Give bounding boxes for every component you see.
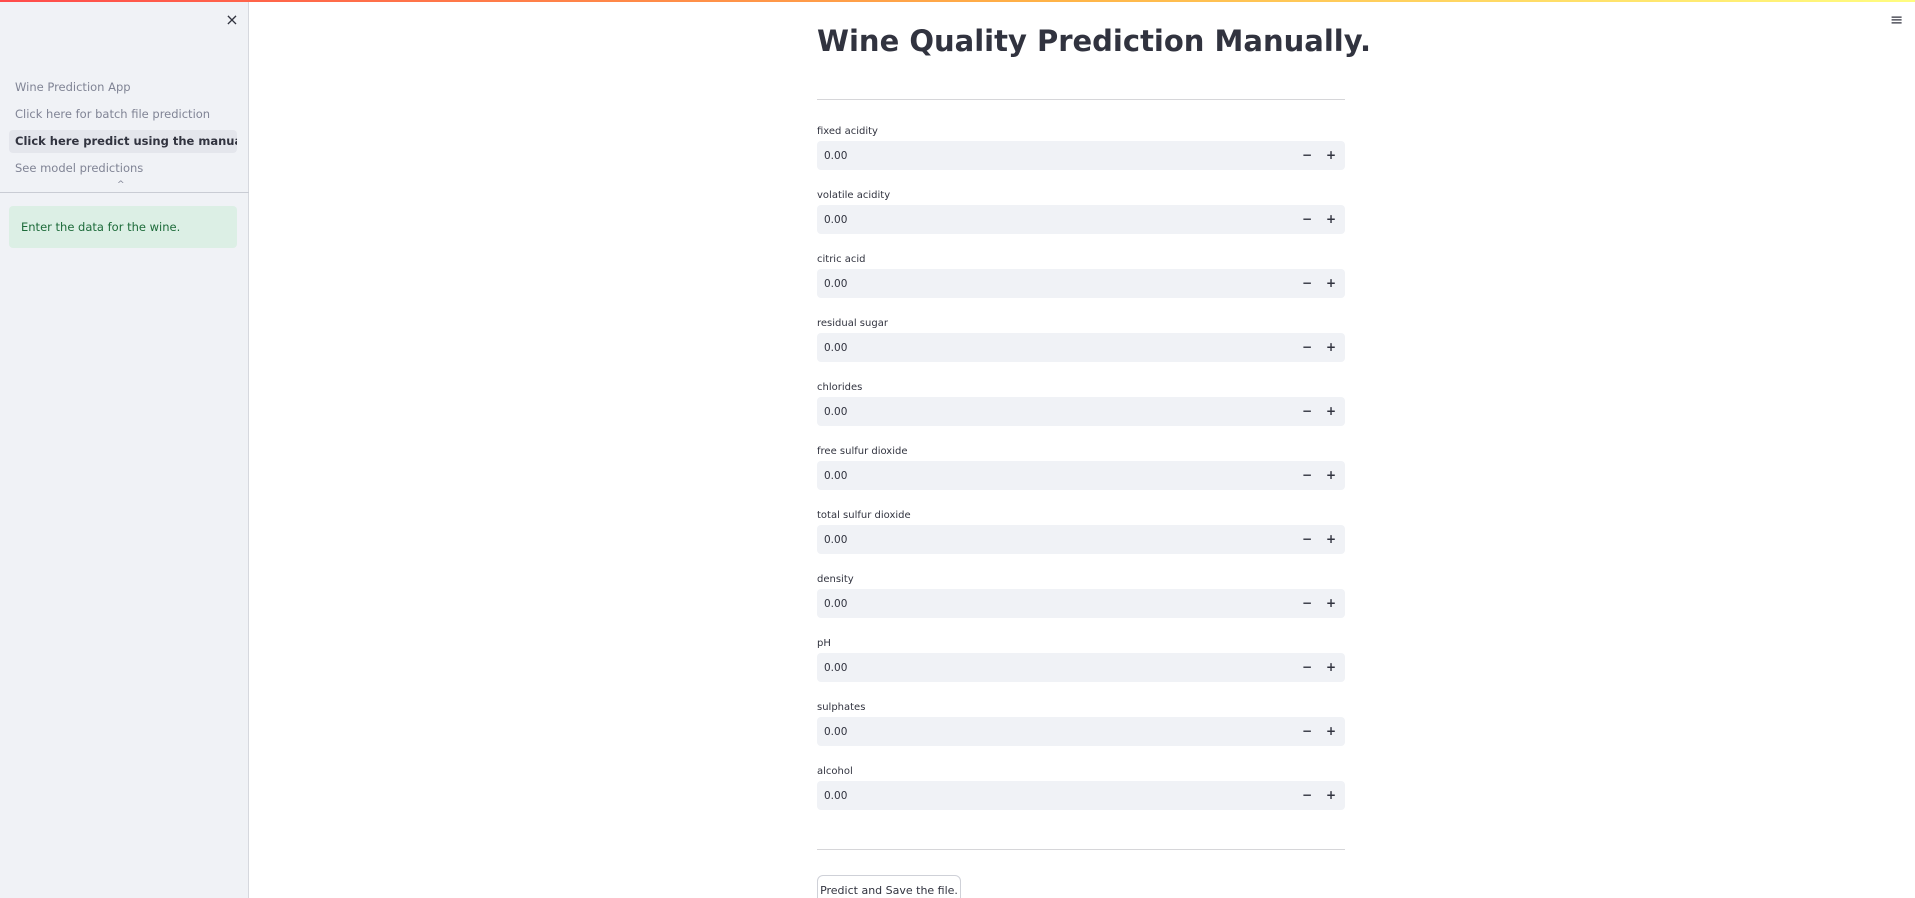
field-label: citric acid xyxy=(817,254,866,265)
increment-button[interactable]: + xyxy=(1319,397,1343,426)
increment-button[interactable]: + xyxy=(1319,717,1343,746)
increment-button[interactable]: + xyxy=(1319,269,1343,298)
sidebar-nav: Wine Prediction App Click here for batch… xyxy=(9,76,237,184)
sidebar-item-manual-entry[interactable]: Click here predict using the manual entr… xyxy=(9,130,237,153)
sidebar-item-wine-prediction-app[interactable]: Wine Prediction App xyxy=(9,76,237,99)
number-input-box: − + xyxy=(817,525,1345,554)
sulphates-input[interactable] xyxy=(817,717,1287,746)
citric-acid-input[interactable] xyxy=(817,269,1287,298)
increment-button[interactable]: + xyxy=(1319,461,1343,490)
ph-input[interactable] xyxy=(817,653,1287,682)
field-volatile-acidity: volatile acidity − + xyxy=(817,189,1345,234)
residual-sugar-input[interactable] xyxy=(817,333,1287,362)
decrement-button[interactable]: − xyxy=(1295,333,1319,362)
field-label: density xyxy=(817,574,854,585)
sidebar: × Wine Prediction App Click here for bat… xyxy=(0,0,249,898)
close-icon[interactable]: × xyxy=(222,10,242,30)
field-fixed-acidity: fixed acidity − + xyxy=(817,125,1345,170)
number-input-box: − + xyxy=(817,397,1345,426)
field-ph: pH − + xyxy=(817,637,1345,682)
predict-and-save-button[interactable]: Predict and Save the file. xyxy=(817,875,961,898)
increment-button[interactable]: + xyxy=(1319,205,1343,234)
increment-button[interactable]: + xyxy=(1319,141,1343,170)
page-title: Wine Quality Prediction Manually. xyxy=(817,24,1371,58)
total-sulfur-dioxide-input[interactable] xyxy=(817,525,1287,554)
field-label: fixed acidity xyxy=(817,126,878,137)
free-sulfur-dioxide-input[interactable] xyxy=(817,461,1287,490)
volatile-acidity-input[interactable] xyxy=(817,205,1287,234)
field-label: sulphates xyxy=(817,702,866,713)
decrement-button[interactable]: − xyxy=(1295,461,1319,490)
field-label: volatile acidity xyxy=(817,190,891,201)
hamburger-menu-icon[interactable]: ≡ xyxy=(1890,10,1903,29)
increment-button[interactable]: + xyxy=(1319,653,1343,682)
decrement-button[interactable]: − xyxy=(1295,397,1319,426)
increment-button[interactable]: + xyxy=(1319,525,1343,554)
density-input[interactable] xyxy=(817,589,1287,618)
decrement-button[interactable]: − xyxy=(1295,589,1319,618)
field-sulphates: sulphates − + xyxy=(817,701,1345,746)
top-decoration-bar xyxy=(0,0,1915,2)
number-input-box: − + xyxy=(817,269,1345,298)
info-message-text: Enter the data for the wine. xyxy=(21,220,181,234)
decrement-button[interactable]: − xyxy=(1295,205,1319,234)
sidebar-item-batch-file-prediction[interactable]: Click here for batch file prediction xyxy=(9,103,237,126)
field-alcohol: alcohol − + xyxy=(817,765,1345,810)
sidebar-divider xyxy=(0,192,249,193)
number-input-box: − + xyxy=(817,653,1345,682)
decrement-button[interactable]: − xyxy=(1295,717,1319,746)
sidebar-item-model-predictions[interactable]: See model predictions xyxy=(9,157,237,180)
number-input-box: − + xyxy=(817,717,1345,746)
field-free-sulfur-dioxide: free sulfur dioxide − + xyxy=(817,445,1345,490)
decrement-button[interactable]: − xyxy=(1295,525,1319,554)
form-divider xyxy=(817,849,1345,850)
field-label: alcohol xyxy=(817,766,853,777)
number-input-box: − + xyxy=(817,205,1345,234)
number-input-box: − + xyxy=(817,589,1345,618)
info-message: Enter the data for the wine. xyxy=(9,206,237,248)
chlorides-input[interactable] xyxy=(817,397,1287,426)
number-input-box: − + xyxy=(817,461,1345,490)
fixed-acidity-input[interactable] xyxy=(817,141,1287,170)
number-input-box: − + xyxy=(817,781,1345,810)
decrement-button[interactable]: − xyxy=(1295,269,1319,298)
alcohol-input[interactable] xyxy=(817,781,1287,810)
field-total-sulfur-dioxide: total sulfur dioxide − + xyxy=(817,509,1345,554)
field-chlorides: chlorides − + xyxy=(817,381,1345,426)
decrement-button[interactable]: − xyxy=(1295,141,1319,170)
decrement-button[interactable]: − xyxy=(1295,781,1319,810)
collapse-nav-icon[interactable]: ^ xyxy=(117,180,125,190)
decrement-button[interactable]: − xyxy=(1295,653,1319,682)
field-label: free sulfur dioxide xyxy=(817,446,908,457)
number-input-box: − + xyxy=(817,333,1345,362)
field-label: pH xyxy=(817,638,831,649)
field-label: chlorides xyxy=(817,382,863,393)
number-input-box: − + xyxy=(817,141,1345,170)
field-label: total sulfur dioxide xyxy=(817,510,911,521)
title-divider xyxy=(817,99,1345,100)
field-density: density − + xyxy=(817,573,1345,618)
increment-button[interactable]: + xyxy=(1319,333,1343,362)
field-citric-acid: citric acid − + xyxy=(817,253,1345,298)
increment-button[interactable]: + xyxy=(1319,589,1343,618)
field-label: residual sugar xyxy=(817,318,888,329)
increment-button[interactable]: + xyxy=(1319,781,1343,810)
field-residual-sugar: residual sugar − + xyxy=(817,317,1345,362)
